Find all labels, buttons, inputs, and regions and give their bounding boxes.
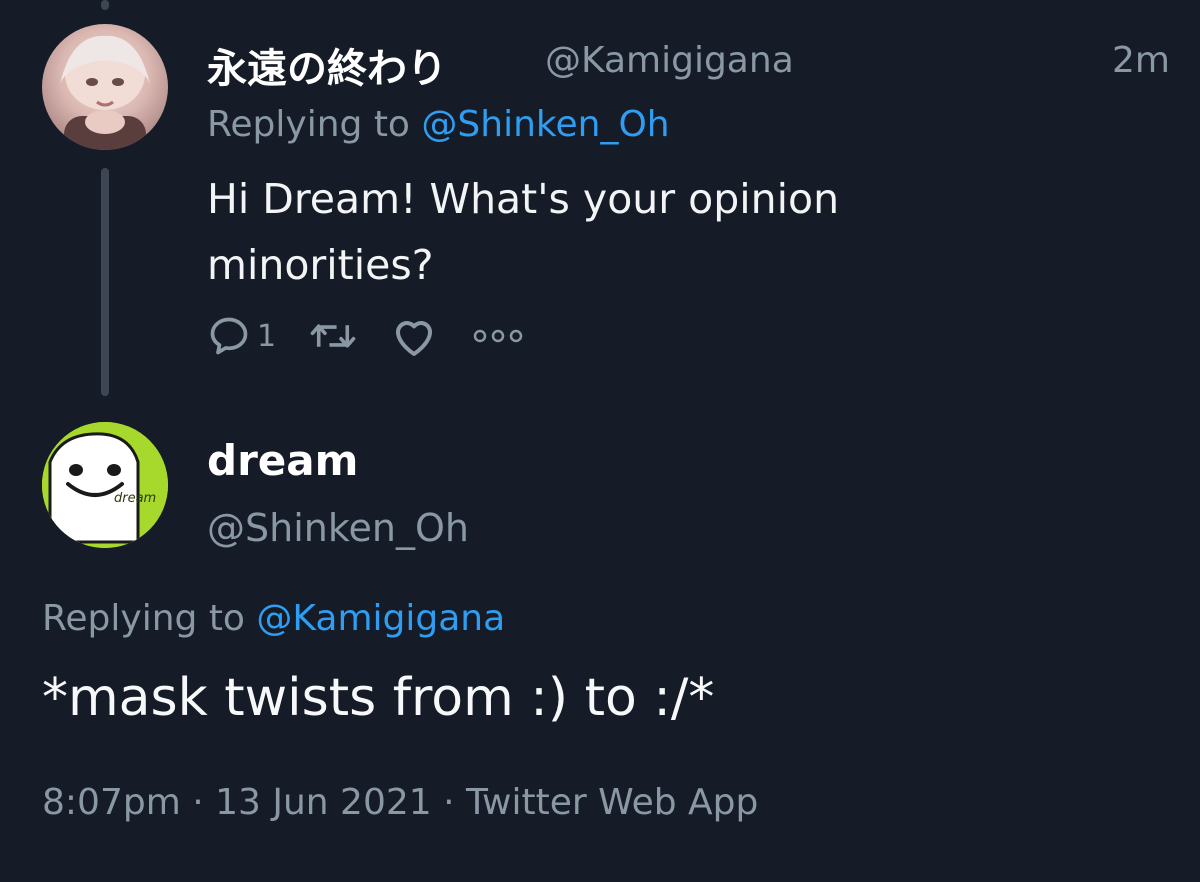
dream-logo-text: dream (114, 491, 156, 506)
main-replying-to: Replying to @Kamigigana (42, 598, 505, 639)
parent-tweet-actions: 1 (207, 306, 558, 366)
parent-display-name[interactable]: 永遠の終わり (207, 36, 447, 94)
main-tweet-timestamp[interactable]: 8:07pm · 13 Jun 2021 · Twitter Web App (42, 782, 758, 823)
main-tweet-text: *mask twists from :) to :/* (42, 668, 715, 728)
thread-connector-line (101, 168, 109, 396)
parent-time-ago[interactable]: 2m (1112, 40, 1170, 81)
reply-button[interactable]: 1 (207, 314, 276, 358)
main-handle[interactable]: @Shinken_Oh (207, 506, 469, 550)
reply-count: 1 (257, 318, 277, 354)
main-display-name[interactable]: dream (207, 436, 358, 485)
replying-to-label: Replying to (42, 598, 245, 639)
replying-to-label: Replying to (207, 104, 410, 145)
tweet-thread: 永遠の終わり @Kamigigana 2m Replying to @Shink… (0, 0, 1200, 882)
parent-replying-to: Replying to @Shinken_Oh (207, 104, 670, 145)
retweet-icon (310, 324, 356, 348)
dream-mask-logo-icon: dream (42, 422, 168, 548)
dream-avatar[interactable]: dream (42, 422, 168, 548)
replying-to-mention-link[interactable]: @Shinken_Oh (421, 104, 669, 145)
parent-handle[interactable]: @Kamigigana (545, 40, 794, 81)
reply-icon (210, 317, 248, 355)
replying-to-mention-link[interactable]: @Kamigigana (256, 598, 505, 639)
more-options-button[interactable] (470, 326, 526, 346)
more-dots-icon (473, 329, 523, 343)
heart-icon (396, 321, 433, 356)
anime-character-avatar-icon (60, 35, 150, 150)
retweet-button[interactable] (308, 314, 358, 358)
thread-connector-line-top (101, 0, 109, 10)
kamigigana-avatar[interactable] (42, 24, 168, 150)
like-button[interactable] (390, 314, 438, 358)
parent-tweet-text: Hi Dream! What's your opinion minorities… (207, 175, 840, 289)
